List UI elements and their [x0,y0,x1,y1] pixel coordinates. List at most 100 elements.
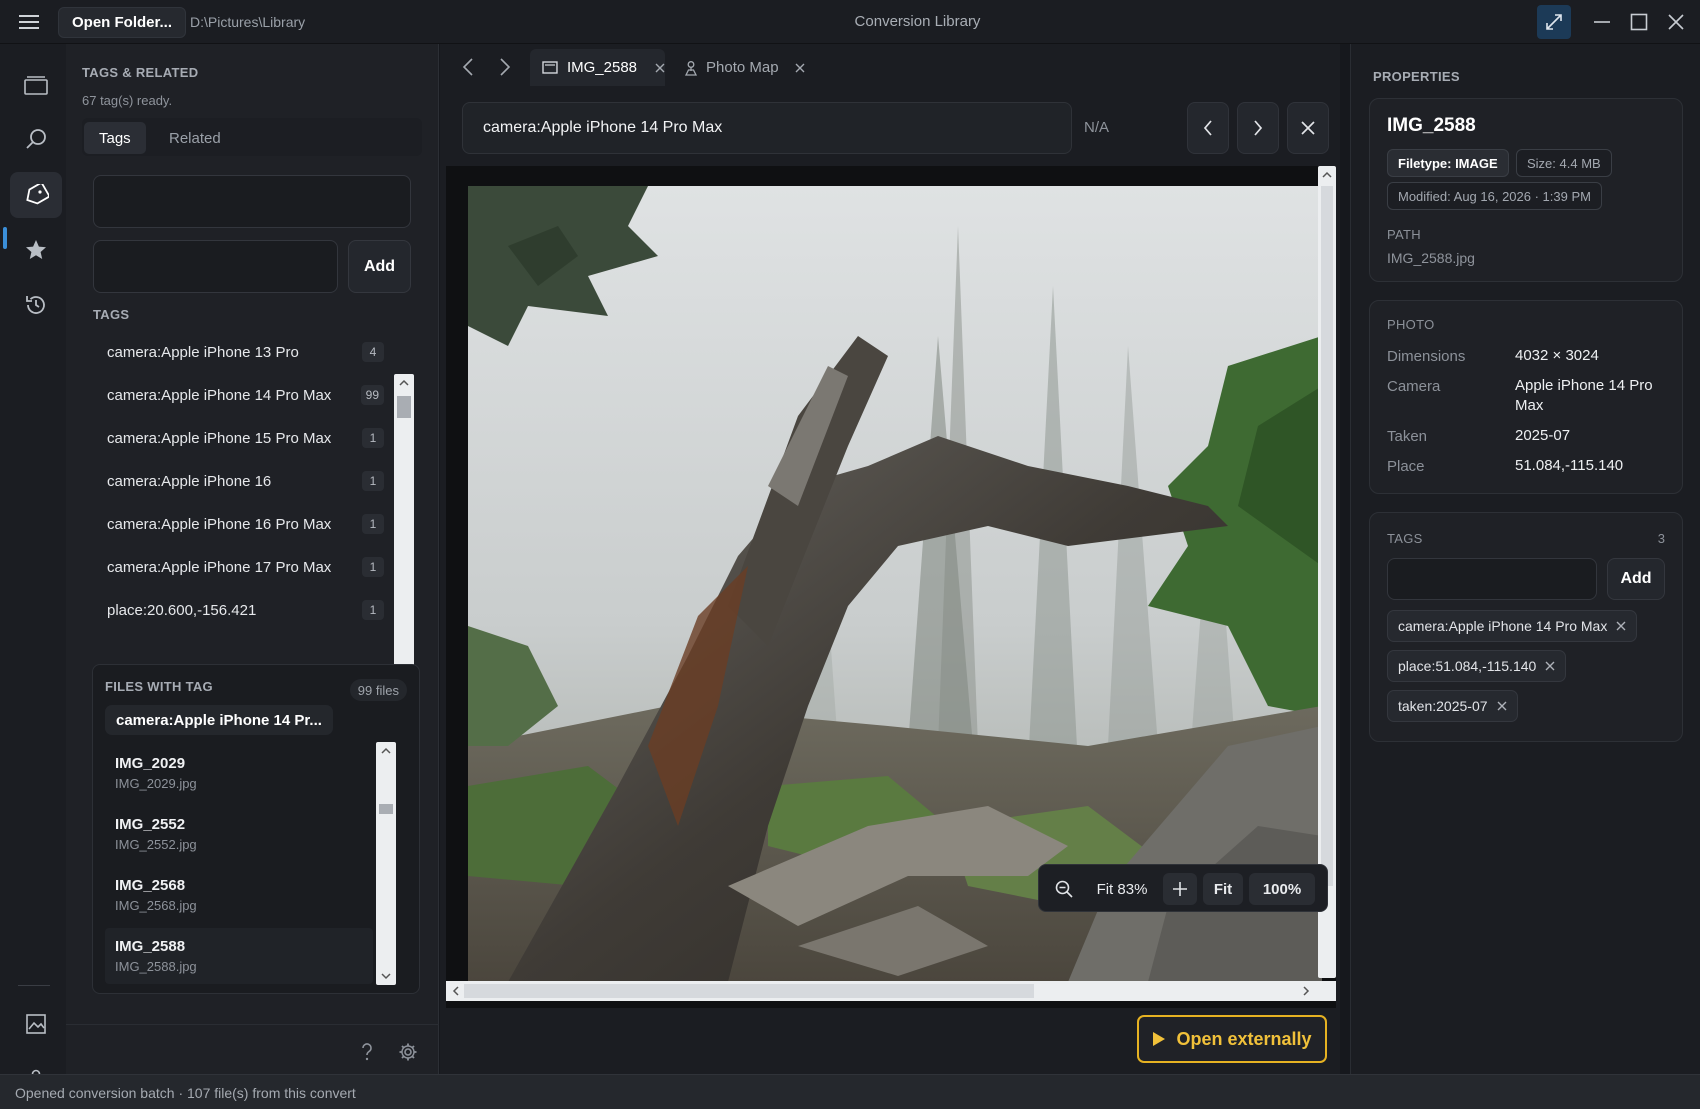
rail-active-indicator [3,227,7,249]
tag-icon [26,184,49,205]
rail-gallery-button[interactable] [10,1001,62,1047]
file-row[interactable]: IMG_2029 IMG_2029.jpg [105,745,373,801]
file-title: IMG_2588 [1387,115,1476,136]
menu-button[interactable] [12,8,46,36]
file-tag-input[interactable] [1387,558,1597,600]
forward-icon[interactable] [499,58,511,76]
taken-label: Taken [1387,428,1428,445]
open-externally-button[interactable]: Open externally [1137,1015,1327,1063]
tab-related[interactable]: Related [154,122,236,154]
clear-search-button[interactable] [1287,102,1329,154]
remove-tag-icon[interactable] [1497,701,1507,711]
tab-label: Photo Map [706,59,779,76]
tags-status: 67 tag(s) ready. [82,93,173,108]
photo-info-card: PHOTO Dimensions 4032 × 3024 Camera Appl… [1369,300,1683,494]
file-tag-chip: taken:2025-07 [1387,690,1518,722]
modified-badge: Modified: Aug 16, 2026 · 1:39 PM [1387,182,1602,210]
files-scrollbar-thumb[interactable] [379,804,393,814]
zoom-in-button[interactable] [1163,873,1197,905]
open-externally-label: Open externally [1176,1028,1312,1049]
chevron-right-icon [1254,120,1263,136]
tags-scrollbar-thumb[interactable] [397,396,411,418]
file-tag-chip: camera:Apple iPhone 14 Pro Max [1387,610,1638,642]
remote-connect-button[interactable] [1537,5,1571,39]
tags-list: camera:Apple iPhone 13 Pro 4 camera:Appl… [92,331,422,679]
close-tab-icon[interactable] [795,63,805,73]
rail-library-button[interactable] [10,62,62,108]
close-tab-icon[interactable] [655,63,665,73]
tags-related-tabs: Tags Related [82,118,422,156]
zoom-level-label: Fit 83% [1096,880,1148,898]
camera-label: Camera [1387,378,1441,395]
next-match-button[interactable] [1237,102,1279,154]
viewer-vertical-scrollbar[interactable] [1318,166,1336,978]
match-status: N/A [1084,119,1110,136]
file-row[interactable]: IMG_2552 IMG_2552.jpg [105,806,373,862]
open-folder-button[interactable]: Open Folder... [58,7,187,38]
search-icon [26,129,46,149]
file-title: IMG_2552 [115,816,186,833]
tag-row[interactable]: camera:Apple iPhone 16 1 [92,460,390,503]
add-tag-button[interactable]: Add [348,240,411,293]
rail-favorites-button[interactable] [10,227,62,273]
tags-panel-heading: TAGS & RELATED [82,65,199,80]
tag-count: 4 [362,342,384,362]
tag-row[interactable]: camera:Apple iPhone 16 Pro Max 1 [92,503,390,546]
photo-heading: PHOTO [1387,317,1435,332]
remove-tag-icon[interactable] [1616,621,1626,631]
title-bar: Open Folder... D:\Pictures\Library Conve… [0,0,1700,44]
tag-count: 1 [362,600,384,620]
file-title: IMG_2029 [115,755,186,772]
tab-img-2588[interactable]: IMG_2588 [530,49,665,86]
rail-tags-button[interactable] [10,172,62,218]
gear-icon[interactable] [398,1042,418,1062]
zoom-controls: Fit 83% Fit 100% [1038,864,1328,912]
navigation-rail [0,44,66,1089]
fit-button[interactable]: Fit [1203,873,1243,905]
status-bar: Opened conversion batch · 107 file(s) fr… [0,1074,1700,1109]
tab-tags[interactable]: Tags [84,122,146,154]
scroll-up-icon [381,747,391,754]
rail-search-button[interactable] [10,116,62,162]
tab-photo-map[interactable]: Photo Map [676,49,816,86]
file-row[interactable]: IMG_2588 IMG_2588.jpg [105,928,373,984]
tag-row[interactable]: place:20.600,-156.421 1 [92,589,390,632]
scroll-right-icon [1303,986,1310,996]
properties-heading: PROPERTIES [1373,69,1460,84]
image-icon [26,1014,46,1034]
back-icon[interactable] [462,58,474,76]
tag-search-input[interactable]: camera:Apple iPhone 14 Pro Max [462,102,1072,154]
new-tag-input[interactable] [93,240,338,293]
tag-filter-input[interactable] [93,175,411,228]
viewer-horizontal-scrollbar[interactable] [446,981,1336,1001]
file-row[interactable]: IMG_2568 IMG_2568.jpg [105,867,373,923]
file-filename: IMG_2568.jpg [115,898,197,913]
zoom-out-button[interactable] [1047,873,1081,905]
remove-tag-icon[interactable] [1545,661,1555,671]
actual-size-button[interactable]: 100% [1249,873,1315,905]
maximize-button[interactable] [1627,10,1651,34]
files-scrollbar[interactable] [376,742,396,985]
tag-row[interactable]: camera:Apple iPhone 14 Pro Max 99 [92,374,390,417]
previous-match-button[interactable] [1187,102,1229,154]
rail-divider [18,985,50,986]
file-info-card: IMG_2588 Filetype: IMAGE Size: 4.4 MB Mo… [1369,98,1683,282]
viewer-vertical-thumb[interactable] [1321,186,1333,886]
file-tags-heading: TAGS [1387,531,1423,546]
dimensions-label: Dimensions [1387,348,1466,365]
remote-connect-icon [1546,14,1562,30]
help-icon[interactable] [358,1042,376,1062]
hamburger-icon [19,15,39,29]
file-filename: IMG_2552.jpg [115,837,197,852]
scroll-down-icon [381,973,391,980]
rail-history-button[interactable] [10,282,62,328]
close-window-button[interactable] [1664,10,1688,34]
tag-row[interactable]: camera:Apple iPhone 17 Pro Max 1 [92,546,390,589]
tags-scrollbar[interactable] [394,374,414,679]
status-text: Opened conversion batch · 107 file(s) fr… [15,1085,356,1101]
tag-row[interactable]: camera:Apple iPhone 13 Pro 4 [92,331,390,374]
tag-row[interactable]: camera:Apple iPhone 15 Pro Max 1 [92,417,390,460]
viewer-horizontal-thumb[interactable] [464,984,1034,998]
minimize-button[interactable] [1590,10,1614,34]
file-tag-add-button[interactable]: Add [1607,558,1665,600]
